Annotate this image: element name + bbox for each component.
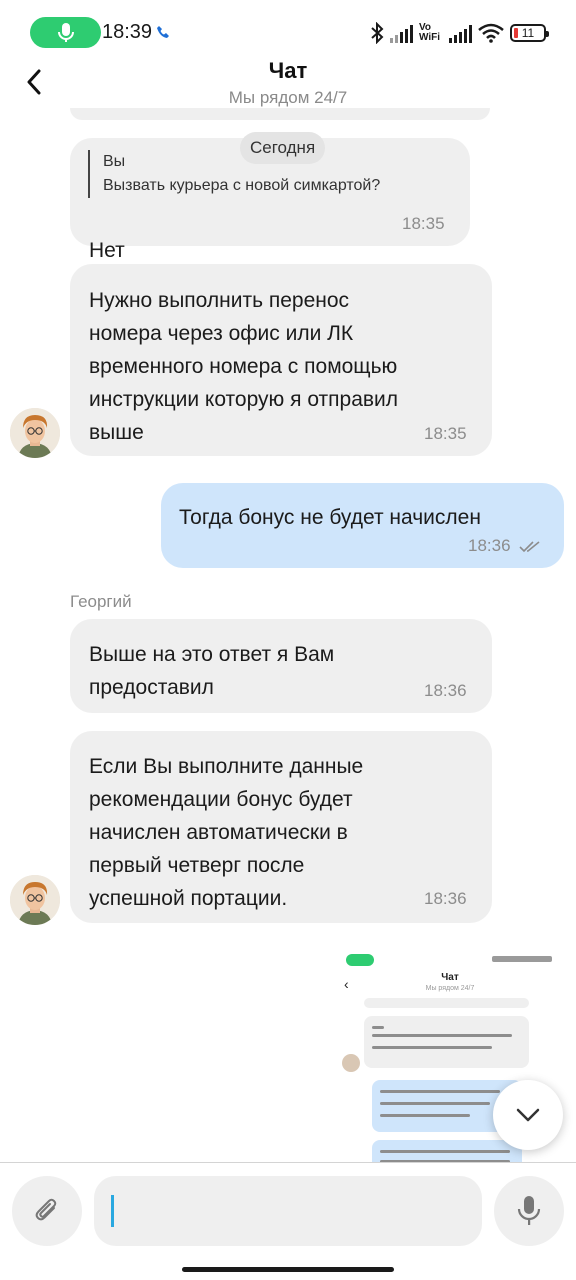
- chevron-down-icon: [516, 1108, 540, 1122]
- home-indicator[interactable]: [182, 1267, 394, 1272]
- message-time: 18:36: [424, 889, 467, 908]
- thumb-avatar: [342, 1054, 360, 1072]
- signal-icon: [390, 23, 413, 43]
- thumb-bubble: [364, 998, 529, 1008]
- page-subtitle: Мы рядом 24/7: [228, 88, 348, 107]
- battery-icon: 11: [510, 24, 549, 42]
- message-text: Если Вы выполните данные рекомендации бо…: [89, 755, 364, 910]
- call-icon: [157, 26, 169, 38]
- microphone-icon: [517, 1196, 541, 1225]
- thumb-title: Чат: [441, 972, 459, 983]
- double-check-icon: [519, 540, 540, 552]
- message-bubble-incoming[interactable]: Нужно выполнить перенос номера через офи…: [70, 264, 492, 456]
- voice-message-button[interactable]: [494, 1176, 564, 1246]
- message-text: Нужно выполнить перенос номера через офи…: [89, 289, 399, 444]
- message-text: Тогда бонус не будет начислен: [179, 506, 481, 529]
- mic-icon: [58, 23, 74, 42]
- paperclip-icon: [35, 1198, 57, 1221]
- status-clock: 18:39: [102, 21, 153, 43]
- quote-text: Вызвать курьера с новой симкартой?: [103, 177, 381, 194]
- message-bubble-incoming[interactable]: Если Вы выполните данные рекомендации бо…: [70, 731, 492, 923]
- message-time: 18:36: [424, 681, 467, 700]
- message-time: 18:35: [424, 424, 467, 443]
- wifi-icon: [478, 23, 504, 43]
- thumb-bubble: [372, 1140, 522, 1162]
- message-composer: [0, 1162, 576, 1280]
- avatar[interactable]: [10, 408, 60, 458]
- vowifi-label: Vo WiFi: [419, 22, 441, 43]
- message-input[interactable]: [94, 1176, 482, 1246]
- thumb-bubble: [364, 1016, 529, 1068]
- message-list[interactable]: Вы Вызвать курьера с новой симкартой? Не…: [0, 108, 576, 1162]
- active-mic-indicator[interactable]: [30, 17, 101, 48]
- previous-message-edge: [70, 108, 490, 120]
- signal-icon-2: [449, 23, 472, 43]
- thumb-mic-pill: [346, 954, 374, 966]
- bluetooth-icon: [371, 22, 384, 44]
- page-title: Чат: [268, 58, 308, 83]
- status-icons: Vo WiFi 11: [370, 18, 549, 48]
- message-time: 18:35: [402, 214, 445, 233]
- message-bubble-incoming[interactable]: Выше на это ответ я Вам предоставил 18:3…: [70, 619, 492, 713]
- thumb-subtitle: Мы рядом 24/7: [425, 985, 475, 992]
- attach-button[interactable]: [12, 1176, 82, 1246]
- battery-level: 11: [521, 26, 535, 40]
- sender-name: Георгий: [70, 592, 132, 611]
- avatar[interactable]: [10, 875, 60, 925]
- quoted-message[interactable]: Вы Вызвать курьера с новой симкартой?: [88, 150, 380, 198]
- message-time: 18:36: [468, 536, 541, 556]
- thumb-status-icons: [492, 956, 552, 962]
- message-text: Выше на это ответ я Вам предоставил: [89, 643, 335, 699]
- message-text: Нет: [89, 239, 125, 262]
- text-cursor: [111, 1195, 114, 1227]
- message-bubble-outgoing[interactable]: Тогда бонус не будет начислен 18:36: [161, 483, 564, 568]
- scroll-to-bottom-button[interactable]: [493, 1080, 563, 1150]
- date-separator: Сегодня: [240, 132, 326, 164]
